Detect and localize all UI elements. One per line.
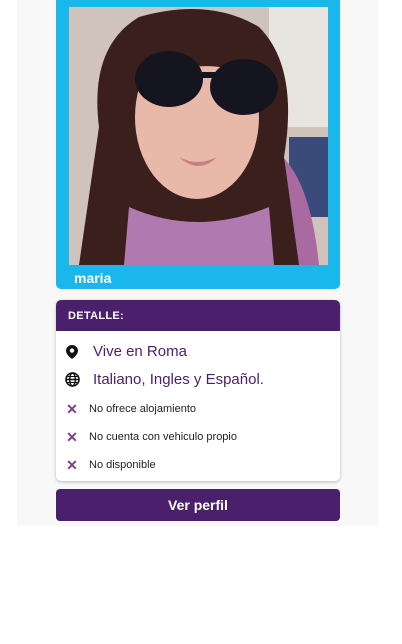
list-item: ✕ No ofrece alojamiento — [56, 401, 340, 417]
profile-photo[interactable] — [69, 7, 328, 265]
accommodation-text: No ofrece alojamiento — [89, 403, 197, 415]
cross-icon: ✕ — [66, 400, 78, 417]
detail-header: DETALLE: — [56, 300, 340, 331]
availability-text: No disponible — [89, 459, 156, 471]
vehicle-text: No cuenta con vehiculo propio — [89, 431, 237, 443]
profile-photo-card[interactable]: maria — [56, 0, 340, 289]
cross-icon: ✕ — [66, 456, 78, 473]
location-row: Vive en Roma — [56, 343, 340, 360]
languages-text: Italiano, Ingles y Español. — [93, 371, 264, 388]
profile-name: maria — [74, 270, 112, 286]
list-item: ✕ No disponible — [56, 457, 340, 473]
location-pin-icon — [64, 344, 80, 360]
detail-card: DETALLE: Vive en Roma Italiano, Ingles y… — [56, 300, 340, 481]
globe-icon — [64, 372, 80, 388]
location-text: Vive en Roma — [93, 343, 187, 360]
list-item: ✕ No cuenta con vehiculo propio — [56, 429, 340, 445]
cross-icon: ✕ — [66, 428, 78, 445]
view-profile-button[interactable]: Ver perfil — [56, 489, 340, 521]
languages-row: Italiano, Ingles y Español. — [56, 371, 340, 388]
